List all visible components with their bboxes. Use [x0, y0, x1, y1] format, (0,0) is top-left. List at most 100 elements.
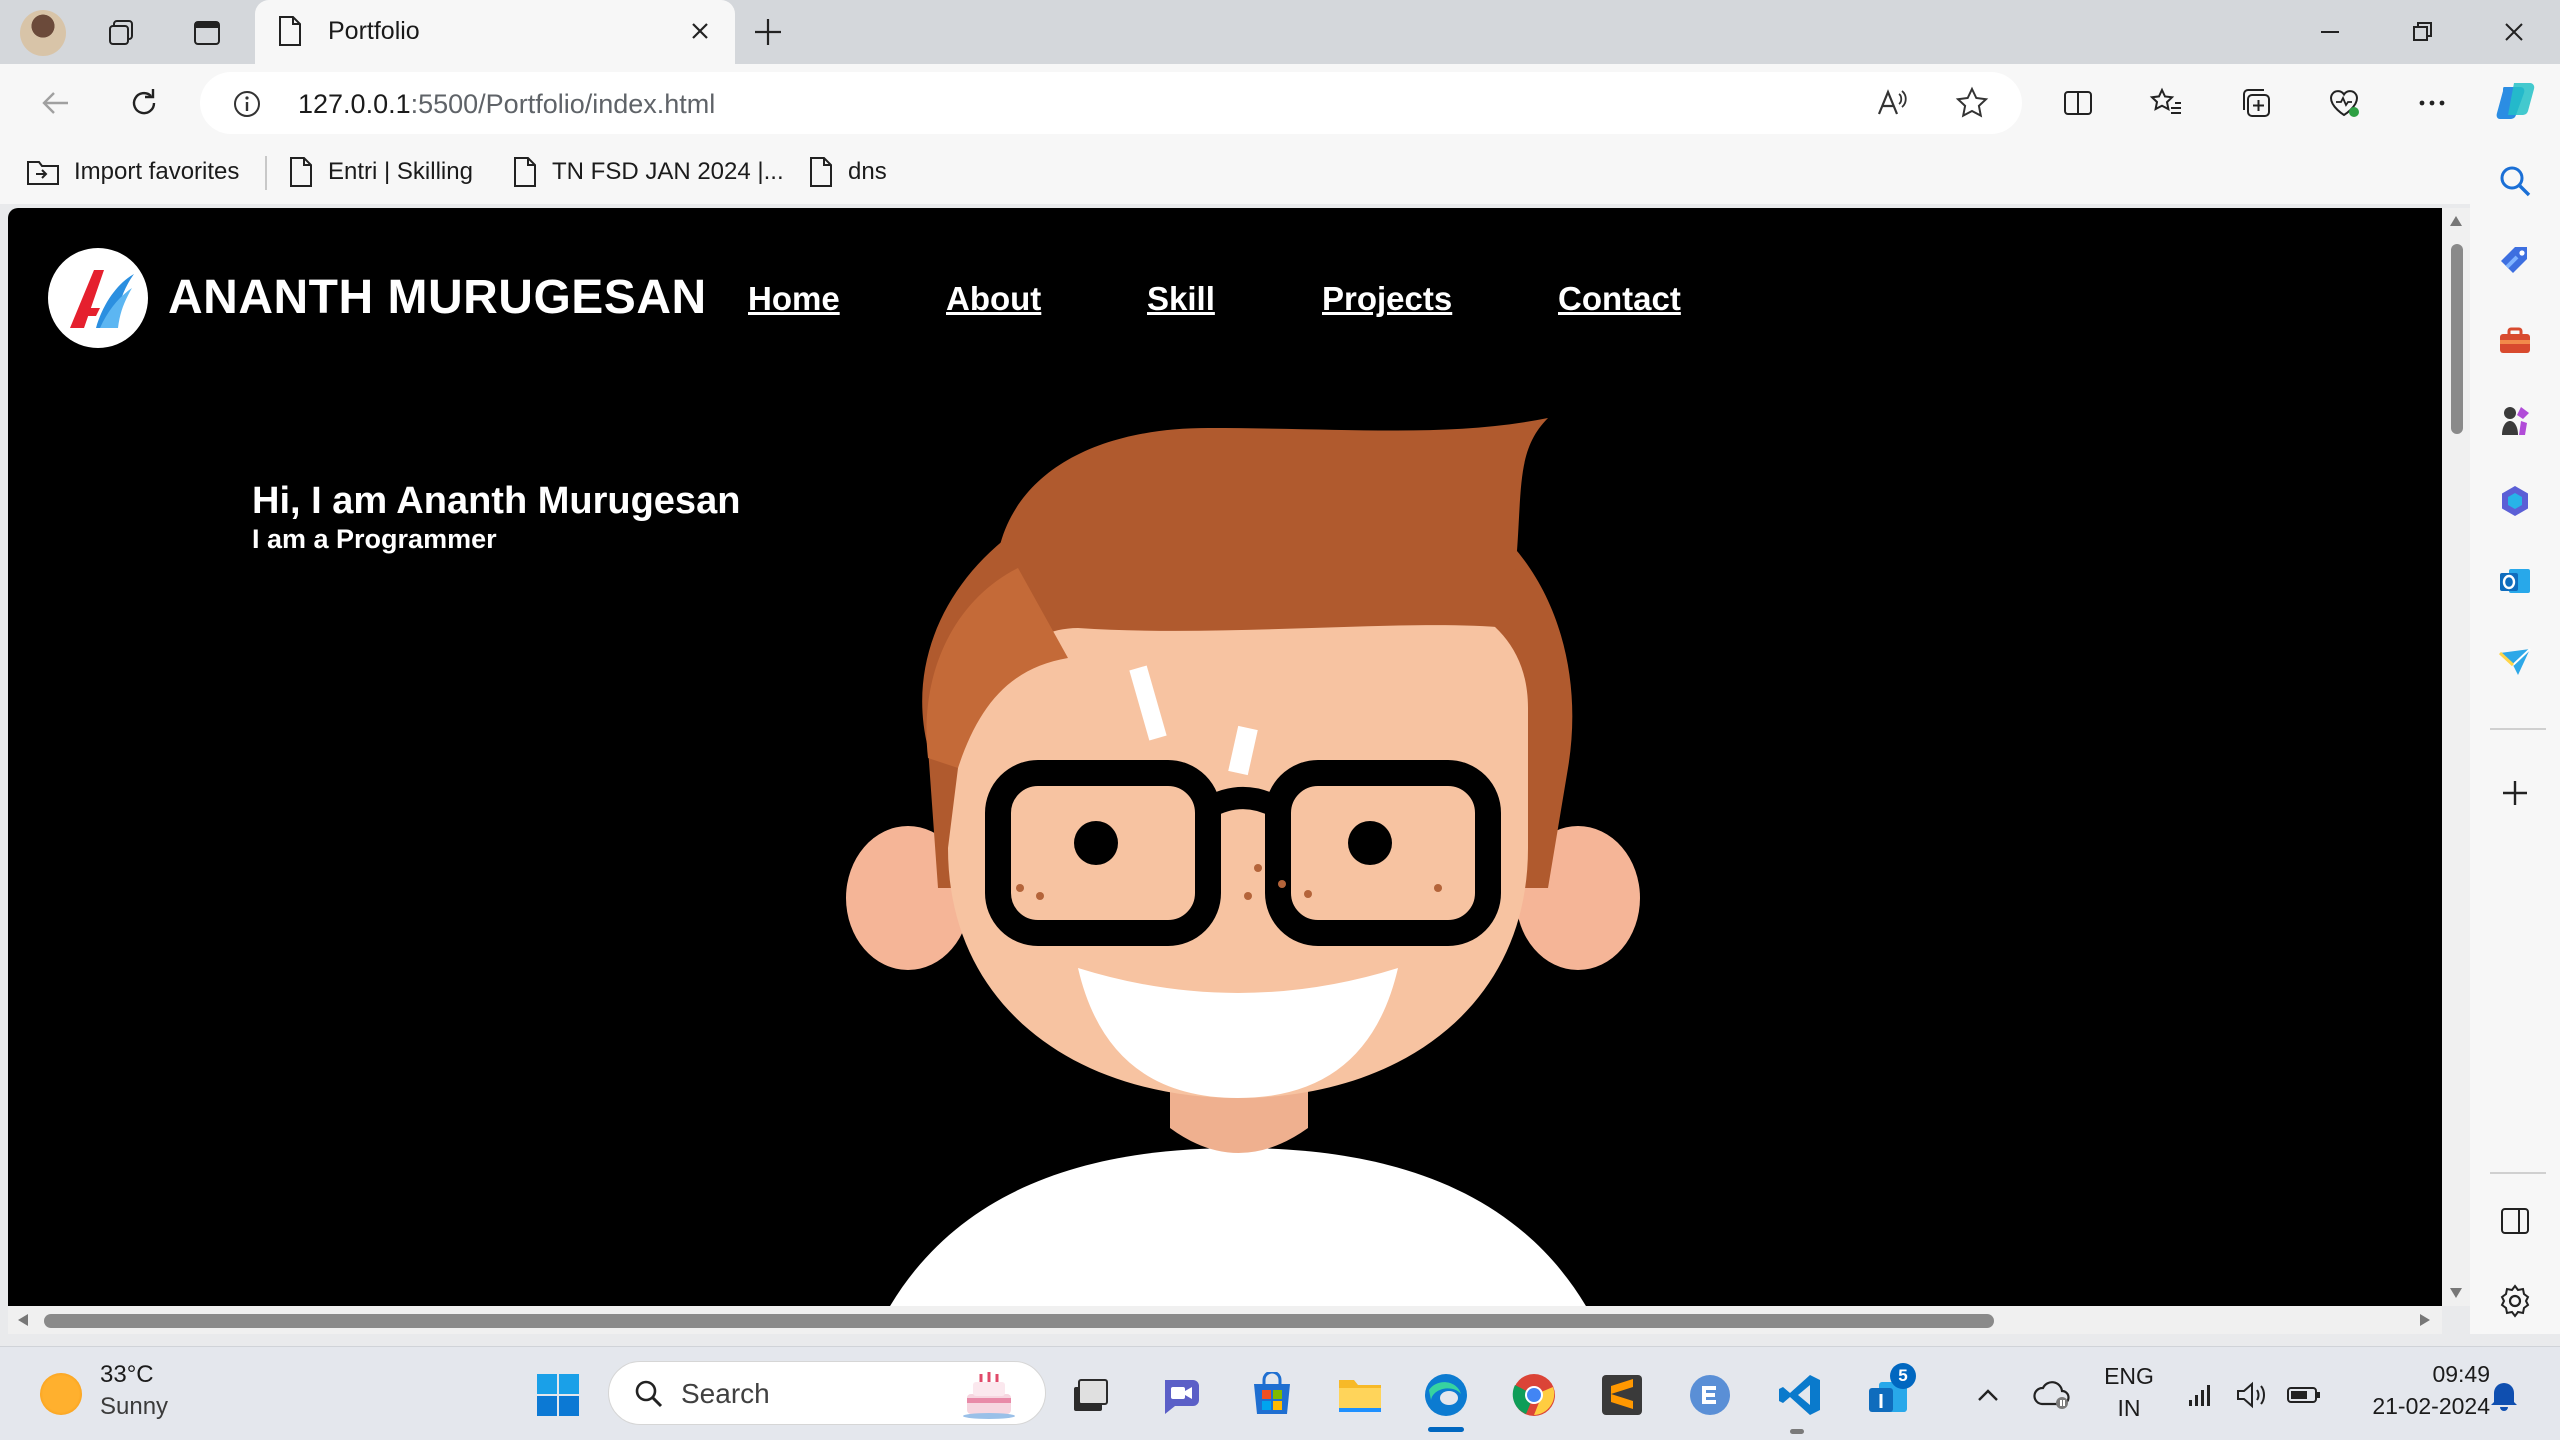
page-icon — [810, 157, 832, 187]
games-icon[interactable] — [2492, 398, 2538, 444]
weather-temperature[interactable]: 33°C — [100, 1361, 154, 1389]
running-app-indicator — [1790, 1429, 1804, 1434]
vscode-icon[interactable] — [1772, 1367, 1828, 1423]
show-hidden-icons-icon[interactable] — [1960, 1367, 2016, 1423]
new-tab-icon[interactable] — [750, 14, 786, 50]
edge-dev-app-icon[interactable] — [1682, 1367, 1738, 1423]
favorite-label: Entri | Skilling — [328, 158, 473, 185]
weather-sunny-icon[interactable] — [40, 1373, 82, 1415]
notification-bell-icon[interactable] — [2476, 1367, 2532, 1423]
nav-contact-link[interactable]: Contact — [1558, 280, 1681, 318]
logo-emblem-icon — [70, 270, 134, 328]
site-logo[interactable] — [48, 248, 148, 348]
nav-home-link[interactable]: Home — [748, 280, 840, 318]
site-brand-name[interactable]: ANANTH MURUGESAN — [168, 270, 707, 325]
close-window-button[interactable] — [2494, 14, 2534, 50]
split-screen-icon[interactable] — [2056, 81, 2100, 125]
nav-skill-link[interactable]: Skill — [1147, 280, 1215, 318]
clock-time[interactable]: 09:49 — [2340, 1361, 2490, 1388]
notification-badge: 5 — [1890, 1363, 1916, 1389]
favorites-divider — [265, 156, 267, 190]
page-icon — [514, 157, 536, 187]
favorite-entri[interactable]: Entri | Skilling — [288, 152, 473, 192]
windows-taskbar: 33°C Sunny Search 5 ENG IN 09:49 21-02-2… — [0, 1346, 2560, 1440]
browser-toolbar: 127.0.0.1:5500/Portfolio/index.html Impo… — [0, 64, 2560, 204]
battery-icon[interactable] — [2276, 1367, 2332, 1423]
clock-date[interactable]: 21-02-2024 — [2340, 1393, 2490, 1420]
browser-title-bar: Portfolio — [0, 0, 2560, 64]
favorite-star-icon[interactable] — [1950, 81, 1994, 125]
copilot-icon[interactable] — [2494, 79, 2538, 123]
favorite-tn-fsd[interactable]: TN FSD JAN 2024 |... — [512, 152, 784, 192]
scroll-right-arrow-icon[interactable] — [2418, 1312, 2432, 1328]
restore-button[interactable] — [2402, 14, 2442, 50]
info-icon[interactable] — [232, 89, 262, 119]
search-icon[interactable] — [2492, 158, 2538, 204]
workspaces-icon[interactable] — [104, 16, 138, 50]
weather-description[interactable]: Sunny — [100, 1393, 168, 1421]
scroll-down-arrow-icon[interactable] — [2448, 1286, 2464, 1300]
refresh-button[interactable] — [122, 81, 166, 125]
page-viewport: ANANTH MURUGESAN Home About Skill Projec… — [8, 208, 2442, 1306]
read-aloud-icon[interactable] — [1870, 81, 1914, 125]
add-sidebar-app-icon[interactable] — [2492, 770, 2538, 816]
microsoft-365-icon[interactable] — [2492, 478, 2538, 524]
address-bar[interactable]: 127.0.0.1:5500/Portfolio/index.html — [200, 72, 2022, 134]
scroll-up-arrow-icon[interactable] — [2448, 214, 2464, 228]
chrome-icon[interactable] — [1506, 1367, 1562, 1423]
more-options-icon[interactable] — [2410, 81, 2454, 125]
close-tab-icon[interactable] — [683, 14, 717, 48]
task-view-icon[interactable] — [1062, 1367, 1118, 1423]
tools-icon[interactable] — [2492, 318, 2538, 364]
horizontal-scrollbar[interactable] — [8, 1306, 2442, 1334]
url-host: 127.0.0.1 — [298, 89, 411, 119]
nav-projects-link[interactable]: Projects — [1322, 280, 1452, 318]
url-text: 127.0.0.1:5500/Portfolio/index.html — [298, 89, 715, 120]
url-path: :5500/Portfolio/index.html — [410, 89, 716, 119]
favorite-import[interactable]: Import favorites — [26, 152, 239, 192]
hide-sidebar-icon[interactable] — [2492, 1198, 2538, 1244]
microsoft-store-icon[interactable] — [1244, 1367, 1300, 1423]
minimize-button[interactable] — [2310, 14, 2350, 50]
favorite-label: Import favorites — [74, 158, 240, 185]
birthday-cake-icon — [963, 1372, 1015, 1419]
collections-icon[interactable] — [2234, 81, 2278, 125]
browser-essentials-icon[interactable] — [2322, 81, 2366, 125]
edge-browser-icon[interactable] — [1418, 1367, 1474, 1423]
active-tab[interactable]: Portfolio — [255, 0, 735, 64]
horizontal-scroll-thumb[interactable] — [44, 1314, 1994, 1328]
edge-sidebar — [2470, 140, 2560, 1334]
teams-chat-icon[interactable] — [1154, 1367, 1210, 1423]
sublime-text-icon[interactable] — [1594, 1367, 1650, 1423]
language-indicator[interactable]: ENG — [2104, 1363, 2154, 1390]
page-icon — [279, 16, 301, 46]
profile-avatar[interactable] — [20, 10, 66, 56]
avatar-illustration — [846, 418, 1640, 1306]
onedrive-sync-icon[interactable] — [2024, 1367, 2080, 1423]
favorite-dns[interactable]: dns — [808, 152, 887, 192]
start-button-icon[interactable] — [530, 1367, 586, 1423]
active-app-indicator — [1428, 1427, 1464, 1432]
tab-title: Portfolio — [328, 17, 420, 45]
vertical-scrollbar[interactable] — [2442, 208, 2470, 1306]
vertical-tabs-icon[interactable] — [190, 16, 224, 50]
hero-title: Hi, I am Ananth Murugesan — [252, 480, 741, 522]
search-icon — [635, 1380, 663, 1408]
drop-send-icon[interactable] — [2492, 638, 2538, 684]
favorites-icon[interactable] — [2144, 81, 2188, 125]
hero-subtitle: I am a Programmer — [252, 524, 497, 554]
volume-icon[interactable] — [2224, 1367, 2280, 1423]
nav-about-link[interactable]: About — [946, 280, 1041, 318]
outlook-taskbar-icon[interactable]: 5 — [1860, 1363, 1916, 1423]
back-button[interactable] — [34, 81, 78, 125]
sidebar-divider — [2490, 728, 2546, 730]
vertical-scroll-thumb[interactable] — [2451, 244, 2463, 434]
region-indicator[interactable]: IN — [2104, 1395, 2154, 1422]
sidebar-settings-icon[interactable] — [2492, 1278, 2538, 1324]
shopping-tag-icon[interactable] — [2492, 238, 2538, 284]
taskbar-search-box[interactable]: Search — [608, 1361, 1046, 1425]
file-explorer-icon[interactable] — [1332, 1367, 1388, 1423]
wifi-signal-icon[interactable] — [2172, 1367, 2228, 1423]
outlook-icon[interactable] — [2492, 558, 2538, 604]
scroll-left-arrow-icon[interactable] — [16, 1312, 30, 1328]
